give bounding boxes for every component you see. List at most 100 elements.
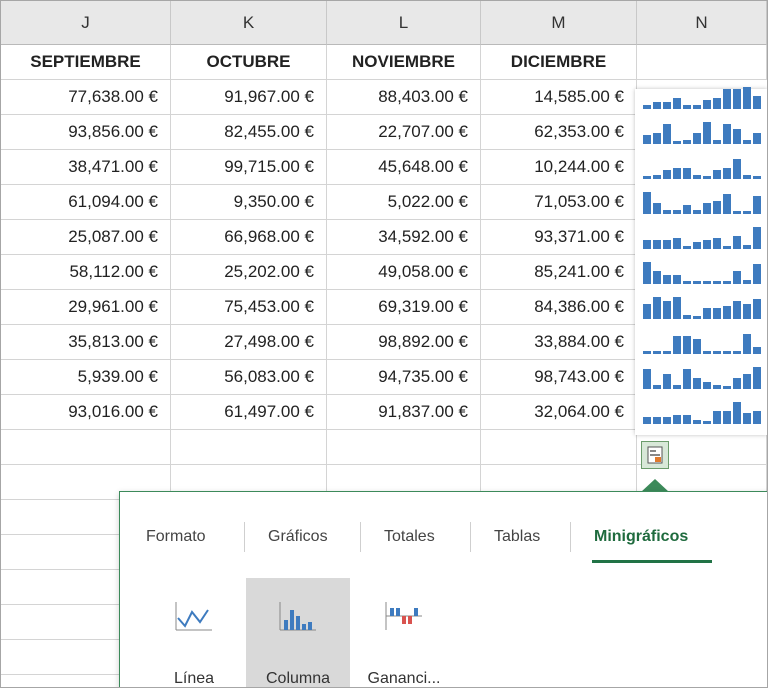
option-ganancia-perdida[interactable]: Gananci... <box>352 578 456 687</box>
table-cell[interactable]: 75,453.00 € <box>171 290 327 325</box>
table-cell[interactable]: 94,735.00 € <box>327 360 481 395</box>
sparkline-bar <box>653 351 661 354</box>
sparkline-bar <box>753 299 761 319</box>
sparkline-bar <box>703 122 711 144</box>
table-cell[interactable]: 27,498.00 € <box>171 325 327 360</box>
sparkline-bar <box>693 316 701 319</box>
table-cell[interactable]: 98,892.00 € <box>327 325 481 360</box>
table-cell[interactable]: 61,094.00 € <box>1 185 171 220</box>
tab-formato[interactable]: Formato <box>146 528 206 546</box>
table-cell[interactable]: 77,638.00 € <box>1 80 171 115</box>
header-cell[interactable]: NOVIEMBRE <box>327 45 481 80</box>
sparkline-bar <box>733 89 741 109</box>
sparkline-bar <box>683 315 691 319</box>
table-cell[interactable]: 88,403.00 € <box>327 80 481 115</box>
sparkline-bar <box>703 281 711 284</box>
table-cell[interactable]: 22,707.00 € <box>327 115 481 150</box>
table-cell[interactable]: 66,968.00 € <box>171 220 327 255</box>
table-cell[interactable]: 33,884.00 € <box>481 325 637 360</box>
sparkline-bar <box>703 240 711 249</box>
option-label: Línea <box>173 670 215 687</box>
table-cell[interactable]: 62,353.00 € <box>481 115 637 150</box>
table-cell[interactable]: 25,202.00 € <box>171 255 327 290</box>
table-cell[interactable]: 5,939.00 € <box>1 360 171 395</box>
column-header-m[interactable]: M <box>481 1 637 45</box>
table-cell[interactable]: 14,585.00 € <box>481 80 637 115</box>
tab-tablas[interactable]: Tablas <box>494 528 540 546</box>
table-cell[interactable]: 93,371.00 € <box>481 220 637 255</box>
header-cell[interactable] <box>637 45 767 80</box>
table-cell[interactable]: 5,022.00 € <box>327 185 481 220</box>
header-cell[interactable]: DICIEMBRE <box>481 45 637 80</box>
sparkline-bar <box>743 140 751 144</box>
sparkline-bar <box>753 411 761 424</box>
table-cell[interactable]: 9,350.00 € <box>171 185 327 220</box>
sparkline[interactable] <box>637 290 767 325</box>
table-cell[interactable]: 71,053.00 € <box>481 185 637 220</box>
sparkline-bar <box>673 238 681 249</box>
sparkline-bar <box>733 378 741 389</box>
table-cell[interactable]: 91,837.00 € <box>327 395 481 430</box>
sparkline[interactable] <box>637 80 767 115</box>
sparkline[interactable] <box>637 360 767 395</box>
sparkline-bar <box>693 175 701 179</box>
table-cell[interactable]: 49,058.00 € <box>327 255 481 290</box>
sparkline-bar <box>733 351 741 354</box>
sparkline[interactable] <box>637 150 767 185</box>
empty-cell[interactable] <box>481 430 637 465</box>
column-header-k[interactable]: K <box>171 1 327 45</box>
table-cell[interactable]: 82,455.00 € <box>171 115 327 150</box>
sparkline-bar <box>673 297 681 319</box>
table-cell[interactable]: 58,112.00 € <box>1 255 171 290</box>
spreadsheet: J K L M N SEPTIEMBRE OCTUBRE NOVIEMBRE DICIEMBRE… <box>0 0 768 688</box>
quick-analysis-button[interactable] <box>641 441 669 469</box>
table-cell[interactable]: 29,961.00 € <box>1 290 171 325</box>
empty-cell[interactable] <box>327 430 481 465</box>
table-cell[interactable]: 93,016.00 € <box>1 395 171 430</box>
table-cell[interactable]: 34,592.00 € <box>327 220 481 255</box>
option-columna[interactable]: Columna <box>246 578 350 687</box>
sparkline[interactable] <box>637 395 767 430</box>
option-linea[interactable]: Línea <box>142 578 246 687</box>
sparkline-bar <box>683 336 691 354</box>
sparkline-bar <box>743 280 751 284</box>
table-cell[interactable]: 38,471.00 € <box>1 150 171 185</box>
table-cell[interactable]: 93,856.00 € <box>1 115 171 150</box>
table-cell[interactable]: 45,648.00 € <box>327 150 481 185</box>
sparkline[interactable] <box>637 255 767 290</box>
sparkline[interactable] <box>637 185 767 220</box>
empty-cell[interactable] <box>171 430 327 465</box>
sparkline-bar <box>643 105 651 109</box>
table-cell[interactable]: 25,087.00 € <box>1 220 171 255</box>
sparkline[interactable] <box>637 115 767 150</box>
sparkline[interactable] <box>637 220 767 255</box>
header-cell[interactable]: SEPTIEMBRE <box>1 45 171 80</box>
table-cell[interactable]: 91,967.00 € <box>171 80 327 115</box>
tab-minigraficos[interactable]: Minigráficos <box>594 528 688 546</box>
table-cell[interactable]: 84,386.00 € <box>481 290 637 325</box>
header-cell[interactable]: OCTUBRE <box>171 45 327 80</box>
sparkline-bar <box>643 351 651 354</box>
table-cell[interactable]: 35,813.00 € <box>1 325 171 360</box>
table-cell[interactable]: 85,241.00 € <box>481 255 637 290</box>
table-cell[interactable]: 69,319.00 € <box>327 290 481 325</box>
table-cell[interactable]: 56,083.00 € <box>171 360 327 395</box>
sparkline-bar <box>693 378 701 389</box>
tab-graficos[interactable]: Gráficos <box>268 528 328 546</box>
table-cell[interactable]: 99,715.00 € <box>171 150 327 185</box>
column-header-l[interactable]: L <box>327 1 481 45</box>
sparkline-bar <box>723 168 731 179</box>
table-cell[interactable]: 32,064.00 € <box>481 395 637 430</box>
tab-divider <box>244 522 245 552</box>
empty-cell[interactable] <box>1 430 171 465</box>
table-cell[interactable]: 98,743.00 € <box>481 360 637 395</box>
sparkline-bar <box>753 227 761 249</box>
sparkline-bar <box>703 100 711 109</box>
table-cell[interactable]: 10,244.00 € <box>481 150 637 185</box>
sparkline[interactable] <box>637 325 767 360</box>
column-header-n[interactable]: N <box>637 1 767 45</box>
sparkline-bar <box>673 385 681 389</box>
table-cell[interactable]: 61,497.00 € <box>171 395 327 430</box>
tab-totales[interactable]: Totales <box>384 528 435 546</box>
column-header-j[interactable]: J <box>1 1 171 45</box>
